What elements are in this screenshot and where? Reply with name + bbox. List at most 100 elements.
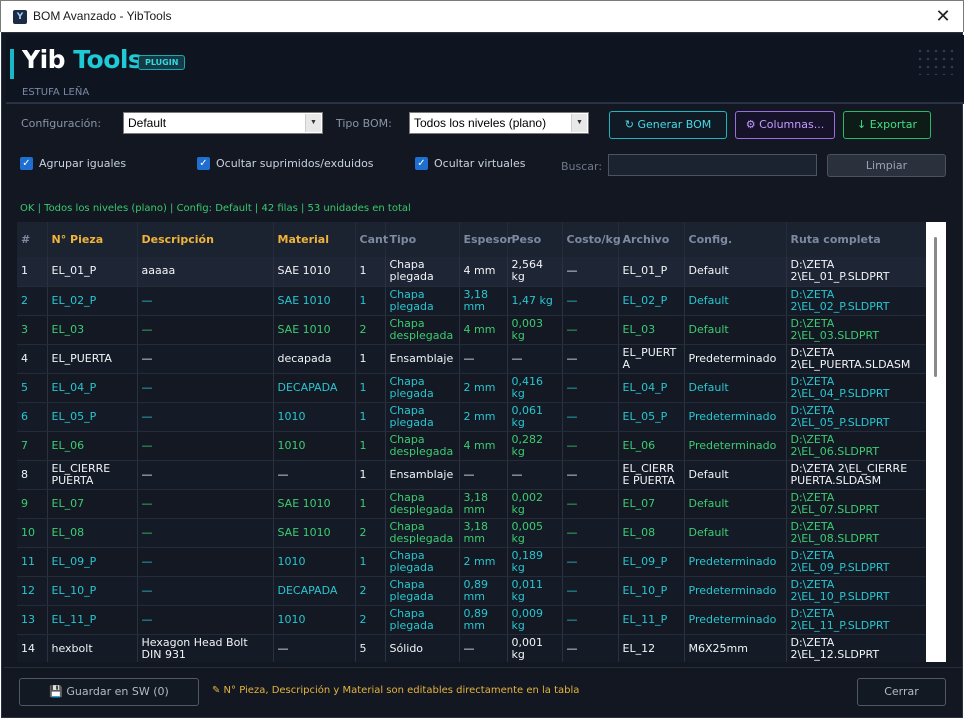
cell-description[interactable]: — — [137, 489, 274, 519]
cell-material[interactable]: DECAPADA — [273, 576, 356, 606]
cell-thickness: 4 mm — [459, 315, 508, 345]
col-header-qty[interactable]: Cant — [355, 222, 388, 257]
cell-index: 6 — [17, 402, 48, 432]
col-header-config[interactable]: Config. — [684, 222, 787, 257]
cell-material[interactable]: SAE 1010 — [273, 286, 356, 316]
table-row[interactable]: 4 EL_PUERTA — decapada 1 Ensamblaje — — — EL_PUER… — [17, 344, 928, 374]
cell-part-number[interactable]: EL_04_P — [47, 373, 138, 403]
cell-description[interactable]: Hexagon Head Bolt DIN 931 — [137, 634, 274, 662]
cell-description[interactable]: — — [137, 402, 274, 432]
table-row[interactable]: 3 EL_03— SAE 1010 2 Chapa desplegada 4 mm 0,00… — [17, 315, 928, 345]
col-header-file[interactable]: Archivo — [618, 222, 685, 257]
table-row[interactable]: 12 EL_10_P — DECAPADA 2 Chapa plegada 0,89 mm 0… — [17, 576, 928, 606]
cell-part-number[interactable]: EL_02_P — [47, 286, 138, 316]
logo-text-left: Yib — [22, 45, 74, 74]
cell-material[interactable]: SAE 1010 — [273, 257, 356, 287]
cell-weight: — — [507, 460, 563, 490]
table-row[interactable]: 11 EL_09_P —1010 1 Chapa plegada 2 mm 0,189 kg… — [17, 547, 928, 577]
cell-type: Chapa plegada — [385, 402, 460, 432]
table-row[interactable]: 5 EL_04_P — DECAPADA 1 Chapa plegada 2 mm 0,416… — [17, 373, 928, 403]
cell-path: D:\ZETA 2\EL_12.SLDPRT — [786, 634, 928, 662]
cell-material[interactable]: 1010 — [273, 402, 356, 432]
cell-type: Chapa desplegada — [385, 518, 460, 548]
cell-part-number[interactable]: hexbolt — [47, 634, 138, 662]
scrollbar-thumb[interactable] — [934, 237, 937, 377]
save-to-sw-button[interactable]: 💾 Guardar en SW (0) — [19, 678, 199, 706]
cell-file: EL_10_P — [618, 576, 685, 606]
cell-part-number[interactable]: EL_09_P — [47, 547, 138, 577]
cell-part-number[interactable]: EL_11_P — [47, 605, 138, 635]
cell-material[interactable]: — — [273, 460, 356, 490]
cell-cost: — — [562, 634, 619, 662]
cell-description[interactable]: — — [137, 605, 274, 635]
cell-part-number[interactable]: EL_10_P — [47, 576, 138, 606]
table-row[interactable]: 8 EL_CIERRE PUERTA — —1 Ensamblaje — — — EL_CIER… — [17, 460, 928, 490]
col-header-part-number[interactable]: N° Pieza — [47, 222, 138, 257]
group-checkbox[interactable]: ✓ Agrupar iguales — [20, 157, 126, 170]
col-header-path[interactable]: Ruta completa — [786, 222, 928, 257]
col-header-thickness[interactable]: Espesor — [459, 222, 512, 257]
cell-description[interactable]: — — [137, 518, 274, 548]
table-row[interactable]: 10 EL_08— SAE 1010 2 Chapa desplegada 3,18 mm… — [17, 518, 928, 548]
cell-description[interactable]: — — [137, 576, 274, 606]
cell-material[interactable]: 1010 — [273, 431, 356, 461]
cell-part-number[interactable]: EL_07 — [47, 489, 138, 519]
table-row[interactable]: 1 EL_01_P aaaaa SAE 1010 1 Chapa plegada 4 mm 2… — [17, 257, 928, 287]
cell-qty: 1 — [355, 257, 386, 287]
cell-part-number[interactable]: EL_01_P — [47, 257, 138, 287]
table-row[interactable]: 13 EL_11_P —1010 2 Chapa plegada 0,89 mm 0,009… — [17, 605, 928, 635]
cell-material[interactable]: SAE 1010 — [273, 489, 356, 519]
table-row[interactable]: 9 EL_07— SAE 1010 1 Chapa desplegada 3,18 mm 0… — [17, 489, 928, 519]
cell-material[interactable]: — — [273, 634, 356, 662]
col-header-description[interactable]: Descripción — [137, 222, 274, 257]
table-row[interactable]: 14 hexbolt Hexagon Head Bolt DIN 931—5 Sóli… — [17, 634, 928, 662]
cell-part-number[interactable]: EL_06 — [47, 431, 138, 461]
cell-description[interactable]: — — [137, 286, 274, 316]
hide-virtual-checkbox[interactable]: ✓ Ocultar virtuales — [415, 157, 525, 170]
cell-description[interactable]: — — [137, 344, 274, 374]
cell-material[interactable]: decapada — [273, 344, 356, 374]
table-scrollbar[interactable] — [926, 222, 946, 662]
col-header-material[interactable]: Material — [273, 222, 356, 257]
table-row[interactable]: 2 EL_02_P — SAE 1010 1 Chapa plegada 3,18 mm 1,… — [17, 286, 928, 316]
hide-suppressed-checkbox[interactable]: ✓ Ocultar suprimidos/exduidos — [197, 157, 374, 170]
close-icon[interactable]: ✕ — [931, 5, 955, 29]
cell-material[interactable]: SAE 1010 — [273, 518, 356, 548]
col-header-index[interactable]: # — [17, 222, 48, 257]
cell-type: Sólido — [385, 634, 460, 662]
cell-description[interactable]: — — [137, 315, 274, 345]
generate-bom-button[interactable]: ↻ Generar BOM — [609, 111, 727, 139]
table-row[interactable]: 7 EL_06—1010 1 Chapa desplegada 4 mm 0,282 kg… — [17, 431, 928, 461]
config-value: Default — [128, 116, 167, 130]
header-divider — [6, 103, 964, 104]
columns-button[interactable]: ⚙ Columnas... — [735, 111, 835, 139]
cell-material[interactable]: SAE 1010 — [273, 315, 356, 345]
col-header-cost[interactable]: Costo/kg — [562, 222, 621, 257]
cell-description[interactable]: — — [137, 547, 274, 577]
cell-part-number[interactable]: EL_PUERTA — [47, 344, 138, 374]
table-row[interactable]: 6 EL_05_P —1010 1 Chapa plegada 2 mm 0,061 kg —… — [17, 402, 928, 432]
cell-part-number[interactable]: EL_05_P — [47, 402, 138, 432]
cell-description[interactable]: — — [137, 460, 274, 490]
clear-button[interactable]: Limpiar — [827, 154, 946, 177]
cell-index: 5 — [17, 373, 48, 403]
cell-description[interactable]: — — [137, 373, 274, 403]
bomtype-select[interactable]: Todos los niveles (plano) ▼ — [409, 112, 589, 134]
cell-material[interactable]: DECAPADA — [273, 373, 356, 403]
col-header-type[interactable]: Tipo — [385, 222, 460, 257]
cell-part-number[interactable]: EL_03 — [47, 315, 138, 345]
col-header-weight[interactable]: Peso — [507, 222, 563, 257]
cell-material[interactable]: 1010 — [273, 547, 356, 577]
brand-logo: Yib Tools — [22, 45, 143, 74]
cell-description[interactable]: — — [137, 431, 274, 461]
cell-description[interactable]: aaaaa — [137, 257, 274, 287]
cell-material[interactable]: 1010 — [273, 605, 356, 635]
export-button[interactable]: ↓ Exportar — [843, 111, 931, 139]
cell-part-number[interactable]: EL_CIERRE PUERTA — [47, 460, 138, 490]
cell-weight: 0,061 kg — [507, 402, 563, 432]
config-select[interactable]: Default ▼ — [123, 112, 323, 134]
search-input[interactable] — [608, 154, 817, 176]
cell-part-number[interactable]: EL_08 — [47, 518, 138, 548]
close-button[interactable]: Cerrar — [857, 678, 946, 706]
cell-file: EL_CIERRE PUERTA — [618, 460, 685, 490]
